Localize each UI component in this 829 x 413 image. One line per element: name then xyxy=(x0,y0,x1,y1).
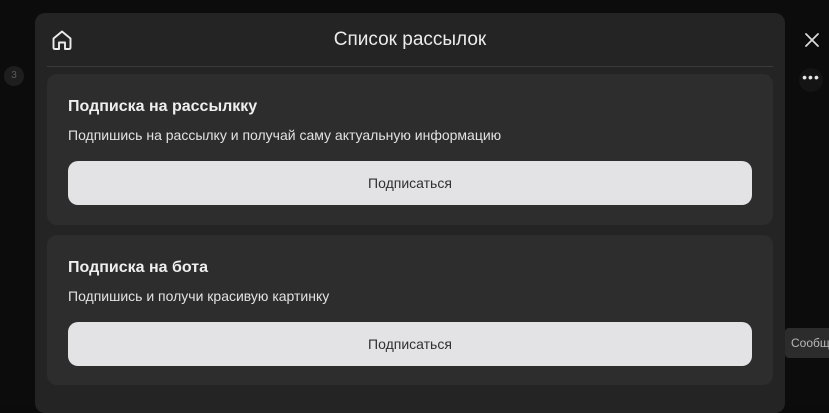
subscription-card: Подписка на бота Подпишись и получи крас… xyxy=(47,235,773,385)
modal-header: Список рассылок xyxy=(47,13,773,67)
card-title: Подписка на рассылкку xyxy=(68,98,258,115)
subscription-card: Подписка на рассылкку Подпишись на рассы… xyxy=(47,74,773,225)
close-button[interactable] xyxy=(800,28,824,52)
modal-title: Список рассылок xyxy=(333,29,487,50)
subscribe-button[interactable]: Подписаться xyxy=(68,161,752,205)
card-title: Подписка на бота xyxy=(68,259,208,276)
card-description: Подпишись на рассылку и получай саму акт… xyxy=(68,127,502,143)
background-badge: 3 xyxy=(4,66,24,86)
subscriptions-modal: Список рассылок Подписка на рассылкку По… xyxy=(35,13,785,413)
card-description: Подпишись и получи красивую картинку xyxy=(68,288,330,304)
background-chip: Сообщени xyxy=(785,328,829,358)
close-icon xyxy=(805,33,819,47)
subscribe-button[interactable]: Подписаться xyxy=(68,322,752,366)
more-options-icon[interactable]: ••• xyxy=(799,68,823,92)
